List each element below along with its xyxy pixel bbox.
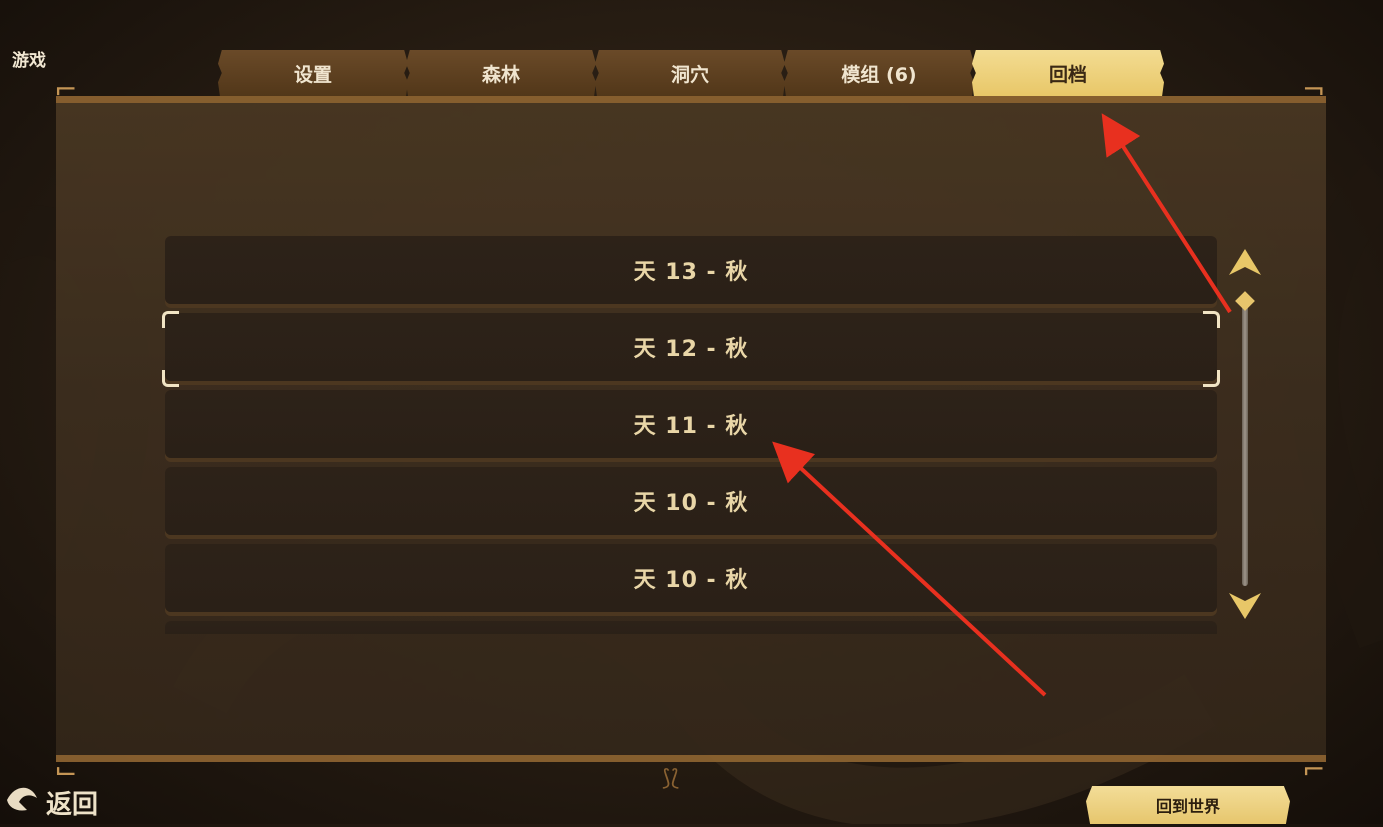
back-hand-icon (0, 778, 46, 827)
tab-rollback[interactable]: 回档 (972, 50, 1164, 96)
save-slot[interactable]: 天 10 - 秋 (165, 544, 1217, 612)
frame-corner-ornament-icon: ⌐ (54, 73, 78, 106)
center-ornament-icon: ⟆⟅ (662, 766, 680, 791)
save-list: 天 13 - 秋 天 12 - 秋 天 11 - 秋 天 10 - 秋 天 10… (165, 236, 1217, 634)
selection-bracket-bottom-left (162, 370, 179, 387)
tab-mods[interactable]: 模组 (6) (784, 50, 974, 96)
selection-bracket-bottom-right (1203, 370, 1220, 387)
arrow-up-icon[interactable] (1229, 248, 1261, 278)
selection-bracket-top-right (1203, 311, 1220, 328)
return-to-world-button[interactable]: 回到世界 (1086, 786, 1290, 824)
selection-bracket-top-left (162, 311, 179, 328)
menu-title: 游戏 (12, 51, 46, 71)
tab-settings[interactable]: 设置 (218, 50, 408, 96)
back-button[interactable]: 返回 (0, 782, 98, 822)
frame-corner-ornament-icon: ⌙ (54, 753, 78, 786)
tab-forest[interactable]: 森林 (406, 50, 596, 96)
save-slot[interactable]: 天 11 - 秋 (165, 390, 1217, 458)
tab-caves[interactable]: 洞穴 (595, 50, 785, 96)
save-slot-partial[interactable] (165, 621, 1217, 634)
arrow-down-icon[interactable] (1229, 590, 1261, 620)
scrollbar-track[interactable] (1242, 300, 1248, 586)
frame-corner-ornament-icon: ⌐ (1302, 753, 1326, 786)
back-label: 返回 (46, 789, 99, 820)
save-slot-selected[interactable]: 天 12 - 秋 (165, 313, 1217, 381)
save-slot[interactable]: 天 10 - 秋 (165, 467, 1217, 535)
save-slot[interactable]: 天 13 - 秋 (165, 236, 1217, 304)
frame-corner-ornament-icon: ¬ (1302, 73, 1326, 106)
